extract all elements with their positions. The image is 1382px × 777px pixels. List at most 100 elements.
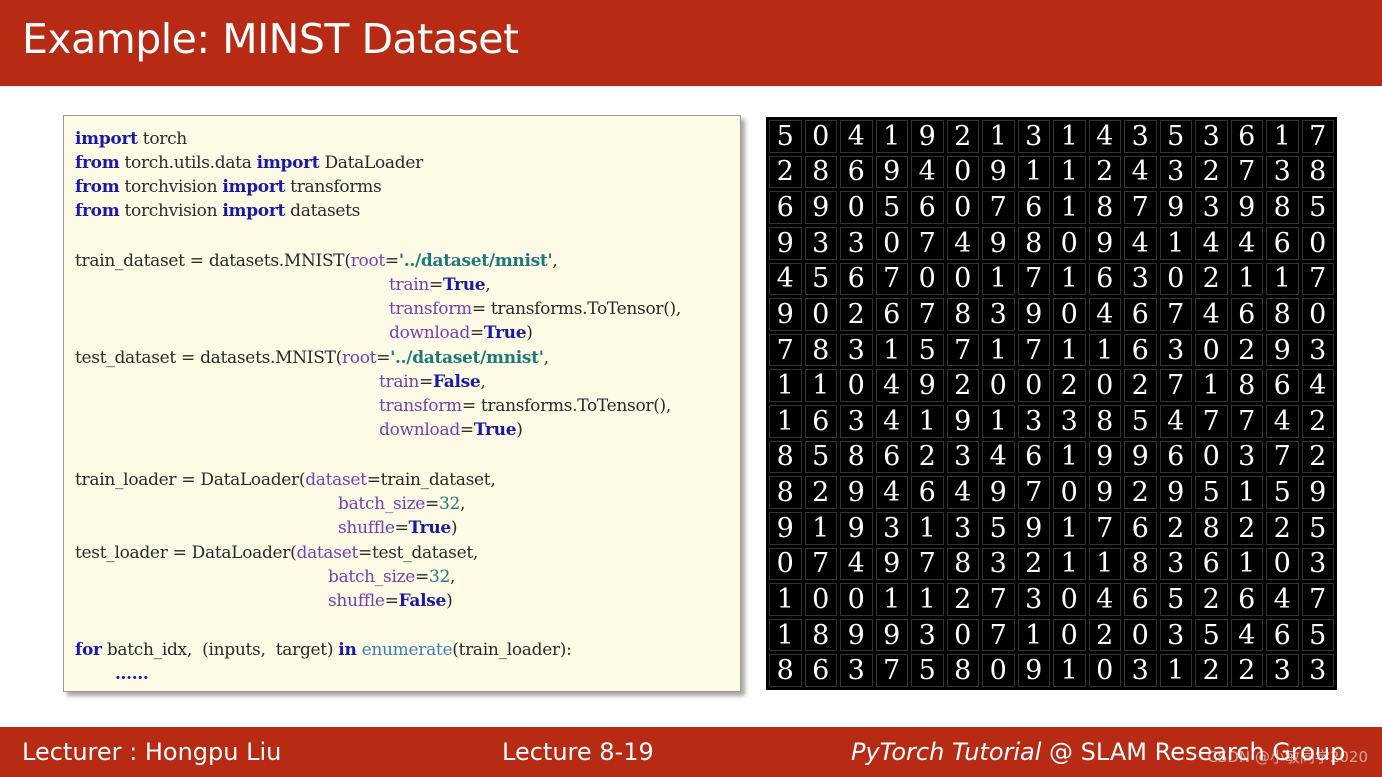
digit-cell: 5 (1195, 476, 1228, 509)
digit-cell: 1 (769, 369, 802, 402)
code-text: datasets (285, 201, 361, 221)
footer-lecture-number: Lecture 8-19 (502, 738, 654, 766)
bool: True (442, 275, 486, 295)
digit-cell: 3 (1230, 440, 1263, 474)
digit-cell: 9 (982, 226, 1015, 260)
code-line: import torch (75, 127, 187, 151)
digit-cell: 3 (1159, 333, 1192, 367)
code-line: test_loader = DataLoader(dataset=test_da… (75, 541, 478, 565)
code-text: train_dataset = datasets.MNIST( (75, 251, 351, 271)
digit-cell: 9 (1088, 476, 1121, 509)
digit-cell: 9 (946, 405, 979, 438)
digit-cell: 0 (946, 155, 979, 189)
digit-cell: 0 (1053, 618, 1086, 652)
code-line: batch_size=32, (338, 492, 465, 516)
digit-cell: 9 (875, 618, 908, 652)
digit-cell: 7 (769, 333, 802, 367)
digit-cell: 0 (1088, 369, 1121, 402)
digit-cell: 1 (1053, 333, 1086, 367)
digit-cell: 0 (804, 583, 837, 616)
digit-cell: 5 (1301, 618, 1334, 652)
code-text: , (485, 275, 491, 295)
digit-cell: 4 (1124, 226, 1157, 260)
digit-cell: 6 (1266, 369, 1299, 402)
digit-cell: 9 (1017, 654, 1050, 687)
digit-cell: 0 (1159, 262, 1192, 296)
digit-cell: 1 (1230, 262, 1263, 296)
digit-cell: 2 (1124, 476, 1157, 509)
digit-cell: 9 (1230, 191, 1263, 224)
digit-cell: 1 (982, 333, 1015, 367)
digit-cell: 2 (1266, 511, 1299, 545)
bool: False (432, 372, 481, 392)
digit-cell: 2 (1053, 369, 1086, 402)
digit-cell: 8 (769, 440, 802, 474)
digit-cell: 3 (911, 618, 944, 652)
watermark: CSDN @小敏同学2020 (1207, 748, 1368, 766)
code-text: torch.utils.data (119, 153, 257, 173)
digit-cell: 6 (1230, 298, 1263, 331)
digit-cell: 0 (1195, 333, 1228, 367)
digit-cell: 8 (1266, 191, 1299, 224)
digit-cell: 5 (804, 440, 837, 474)
digit-cell: 5 (1124, 405, 1157, 438)
code-line: download=True) (379, 418, 523, 442)
digit-cell: 3 (1301, 547, 1334, 581)
digit-cell: 4 (1088, 120, 1121, 153)
digit-cell: 4 (875, 476, 908, 509)
digit-cell: 1 (875, 120, 908, 153)
digit-cell: 4 (946, 476, 979, 509)
digit-cell: 0 (1017, 369, 1050, 402)
digit-cell: 6 (1124, 333, 1157, 367)
digit-cell: 0 (1088, 654, 1121, 687)
digit-cell: 0 (804, 120, 837, 153)
digit-cell: 3 (1053, 405, 1086, 438)
digit-cell: 4 (1159, 405, 1192, 438)
digit-cell: 9 (911, 369, 944, 402)
digit-cell: 4 (911, 155, 944, 189)
digit-cell: 1 (982, 262, 1015, 296)
footer-course-title: PyTorch Tutorial (851, 738, 1042, 766)
code-text: = (425, 494, 439, 514)
digit-cell: 4 (1088, 583, 1121, 616)
digit-cell: 7 (1195, 405, 1228, 438)
code-text: = transforms.ToTensor(), (461, 396, 671, 416)
digit-cell: 1 (875, 583, 908, 616)
digit-cell: 3 (1124, 120, 1157, 153)
code-panel: import torch from torch.utils.data impor… (63, 115, 741, 692)
digit-cell: 1 (1159, 654, 1192, 687)
code-line: from torchvision import transforms (75, 175, 382, 199)
digit-cell: 8 (1195, 511, 1228, 545)
param: shuffle (338, 518, 395, 538)
digit-cell: 5 (804, 262, 837, 296)
digit-cell: 7 (1301, 583, 1334, 616)
string: '../dataset/mnist' (398, 251, 553, 271)
digit-cell: 8 (1017, 226, 1050, 260)
slide-title: Example: MINST Dataset (22, 15, 519, 63)
digit-cell: 7 (982, 583, 1015, 616)
digit-cell: 2 (1195, 155, 1228, 189)
digit-cell: 1 (1053, 654, 1086, 687)
code-text: ) (526, 323, 533, 343)
digit-cell: 9 (1301, 476, 1334, 509)
code-text: =train_dataset, (366, 470, 496, 490)
digit-cell: 2 (1195, 262, 1228, 296)
param: dataset (296, 543, 358, 563)
digit-cell: 2 (1124, 369, 1157, 402)
keyword: from (75, 201, 120, 221)
param: root (350, 251, 386, 271)
code-line: train_loader = DataLoader(dataset=train_… (75, 468, 496, 492)
code-text: = (415, 567, 429, 587)
code-text: = (469, 323, 484, 343)
code-text: torch (137, 129, 187, 149)
digit-cell: 1 (982, 120, 1015, 153)
digit-cell: 3 (946, 511, 979, 545)
code-text: = (428, 275, 443, 295)
digit-cell: 1 (1053, 547, 1086, 581)
code-text: torchvision (119, 177, 223, 197)
digit-cell: 0 (1266, 547, 1299, 581)
digit-cell: 0 (1053, 226, 1086, 260)
digit-cell: 8 (804, 333, 837, 367)
digit-cell: 1 (1053, 440, 1086, 474)
code-text: ) (446, 591, 453, 611)
